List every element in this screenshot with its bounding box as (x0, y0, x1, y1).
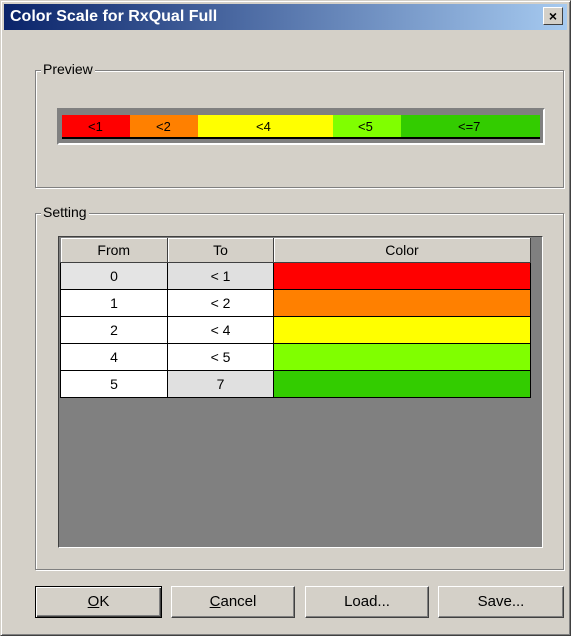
column-header-color[interactable]: Color (273, 238, 531, 263)
to-cell[interactable]: < 5 (167, 342, 274, 371)
ok-label-rest: K (99, 593, 110, 610)
from-cell[interactable]: 0 (60, 261, 168, 290)
preview-segment-label: <4 (256, 119, 271, 134)
color-cell[interactable] (273, 288, 531, 317)
table-row: 5 7 (60, 369, 531, 398)
preview-group-label: Preview (41, 61, 95, 77)
from-cell[interactable]: 2 (60, 315, 168, 344)
preview-segment-4: <5 (333, 115, 401, 139)
color-settings-grid[interactable]: From To Color 0 < 1 1 < 2 2 < 4 4 < 5 5 … (58, 236, 543, 548)
color-cell[interactable] (273, 261, 531, 290)
to-cell[interactable]: < 2 (167, 288, 274, 317)
column-header-from[interactable]: From (60, 238, 168, 263)
cancel-label-rest: ancel (220, 593, 257, 610)
table-row: 4 < 5 (60, 342, 531, 371)
preview-segment-1: <1 (62, 115, 130, 139)
ok-button[interactable]: OK (35, 586, 162, 618)
load-label: Load... (344, 593, 390, 610)
title-bar[interactable]: Color Scale for RxQual Full × (4, 4, 567, 30)
color-scale-dialog: Color Scale for RxQual Full × Preview <1… (0, 0, 571, 636)
load-button[interactable]: Load... (305, 586, 429, 618)
save-button[interactable]: Save... (438, 586, 564, 618)
from-cell[interactable]: 1 (60, 288, 168, 317)
to-cell[interactable]: < 4 (167, 315, 274, 344)
preview-segment-label: <=7 (458, 119, 481, 134)
table-row: 1 < 2 (60, 288, 531, 317)
to-cell[interactable]: 7 (167, 369, 274, 398)
table-row: 0 < 1 (60, 261, 531, 290)
preview-segment-label: <1 (88, 119, 103, 134)
preview-segment-3: <4 (198, 115, 333, 139)
color-cell[interactable] (273, 315, 531, 344)
close-button[interactable]: × (543, 7, 563, 25)
to-cell[interactable]: < 1 (167, 261, 274, 290)
ok-mnemonic: O (87, 593, 100, 610)
color-cell[interactable] (273, 342, 531, 371)
close-icon: × (548, 8, 558, 24)
color-cell[interactable] (273, 369, 531, 398)
preview-segment-5: <=7 (401, 115, 540, 139)
color-settings-table: From To Color 0 < 1 1 < 2 2 < 4 4 < 5 5 … (60, 238, 531, 398)
from-cell[interactable]: 5 (60, 369, 168, 398)
preview-segment-2: <2 (130, 115, 198, 139)
window-title: Color Scale for RxQual Full (10, 8, 218, 25)
save-label: Save... (477, 593, 525, 610)
preview-segment-label: <5 (358, 119, 373, 134)
preview-color-bar: <1 <2 <4 <5 <=7 (57, 108, 545, 145)
cancel-mnemonic: C (209, 593, 221, 610)
setting-group-label: Setting (41, 204, 89, 220)
table-row: 2 < 4 (60, 315, 531, 344)
preview-segment-label: <2 (156, 119, 171, 134)
column-header-to[interactable]: To (167, 238, 274, 263)
from-cell[interactable]: 4 (60, 342, 168, 371)
cancel-button[interactable]: Cancel (171, 586, 295, 618)
